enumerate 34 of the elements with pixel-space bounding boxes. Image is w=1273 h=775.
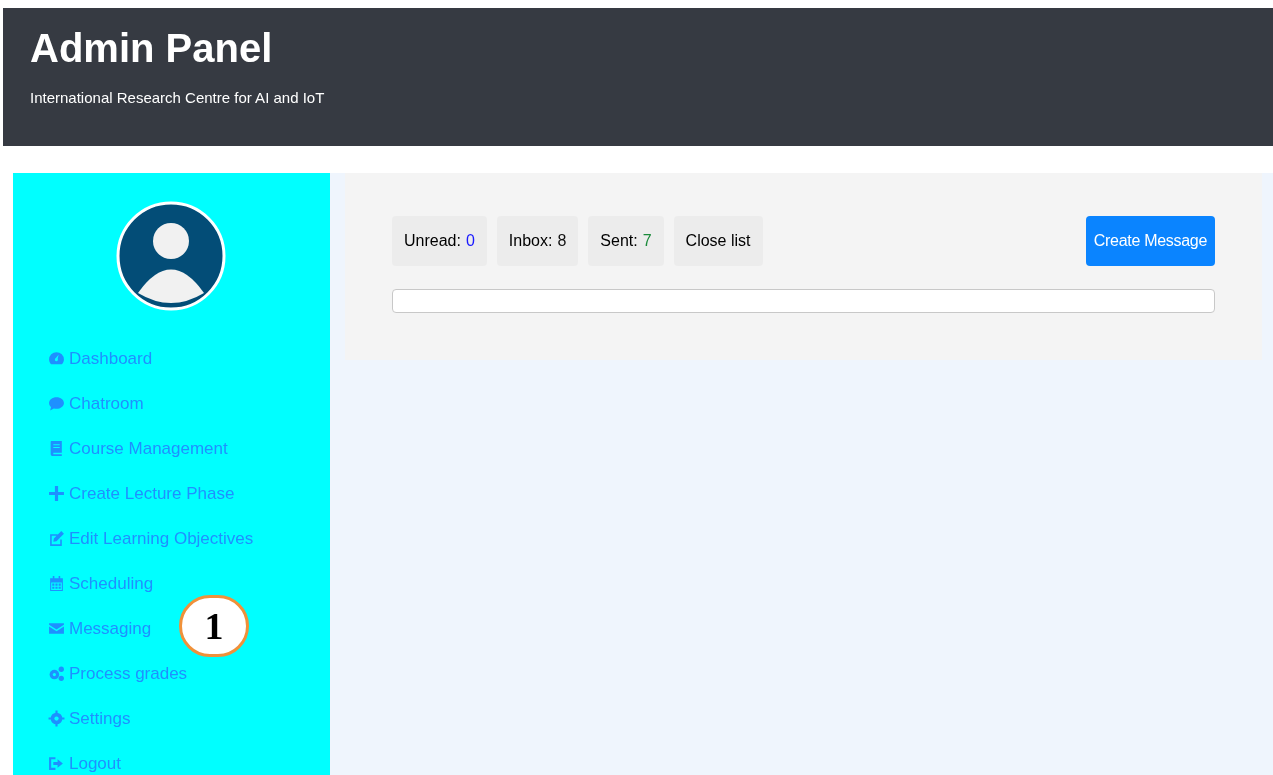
sidebar-link[interactable]: Create Lecture Phase (48, 482, 235, 505)
counter-label: Unread: (404, 231, 461, 251)
sign-out-icon (48, 755, 65, 772)
speech-bubble-icon (48, 395, 65, 412)
counter-tab[interactable]: Inbox: 8 (496, 216, 579, 266)
app-title: Admin Panel (30, 30, 273, 66)
create-message-button[interactable]: Create Message (1085, 216, 1215, 266)
sidebar-link[interactable]: Scheduling (48, 572, 154, 595)
counter-value: 8 (557, 231, 567, 251)
edit-icon (48, 530, 65, 547)
close-list-button[interactable]: Close list (673, 216, 763, 266)
counter-tab[interactable]: Sent: 7 (588, 216, 664, 266)
plus-icon (48, 485, 65, 502)
envelope-icon (48, 620, 65, 637)
sidebar-link[interactable]: Edit Learning Objectives (48, 527, 254, 550)
gears-icon (48, 665, 65, 682)
sidebar-link[interactable]: Messaging (48, 617, 152, 640)
book-icon (48, 440, 65, 457)
callout-badge: 1 (179, 595, 249, 657)
counter-label: Sent: (600, 231, 638, 251)
avatar-icon (116, 201, 226, 311)
sidebar-link[interactable]: Chatroom (48, 392, 144, 415)
sidebar-link[interactable]: Dashboard (48, 347, 153, 370)
calendar-icon (48, 575, 65, 592)
sidebar-link[interactable]: Course Management (48, 437, 228, 460)
sidebar-link[interactable]: Process grades (48, 662, 188, 685)
counter-tab[interactable]: Unread: 0 (392, 216, 487, 266)
counter-value: 7 (642, 231, 652, 251)
counter-label: Inbox: (508, 231, 553, 251)
gauge-icon (48, 350, 65, 367)
sidebar-link[interactable]: Settings (48, 707, 131, 730)
app-subtitle: International Research Centre for AI and IoT (30, 88, 325, 108)
sidebar-link[interactable]: Logout (48, 752, 121, 775)
counter-value: 0 (465, 231, 475, 251)
